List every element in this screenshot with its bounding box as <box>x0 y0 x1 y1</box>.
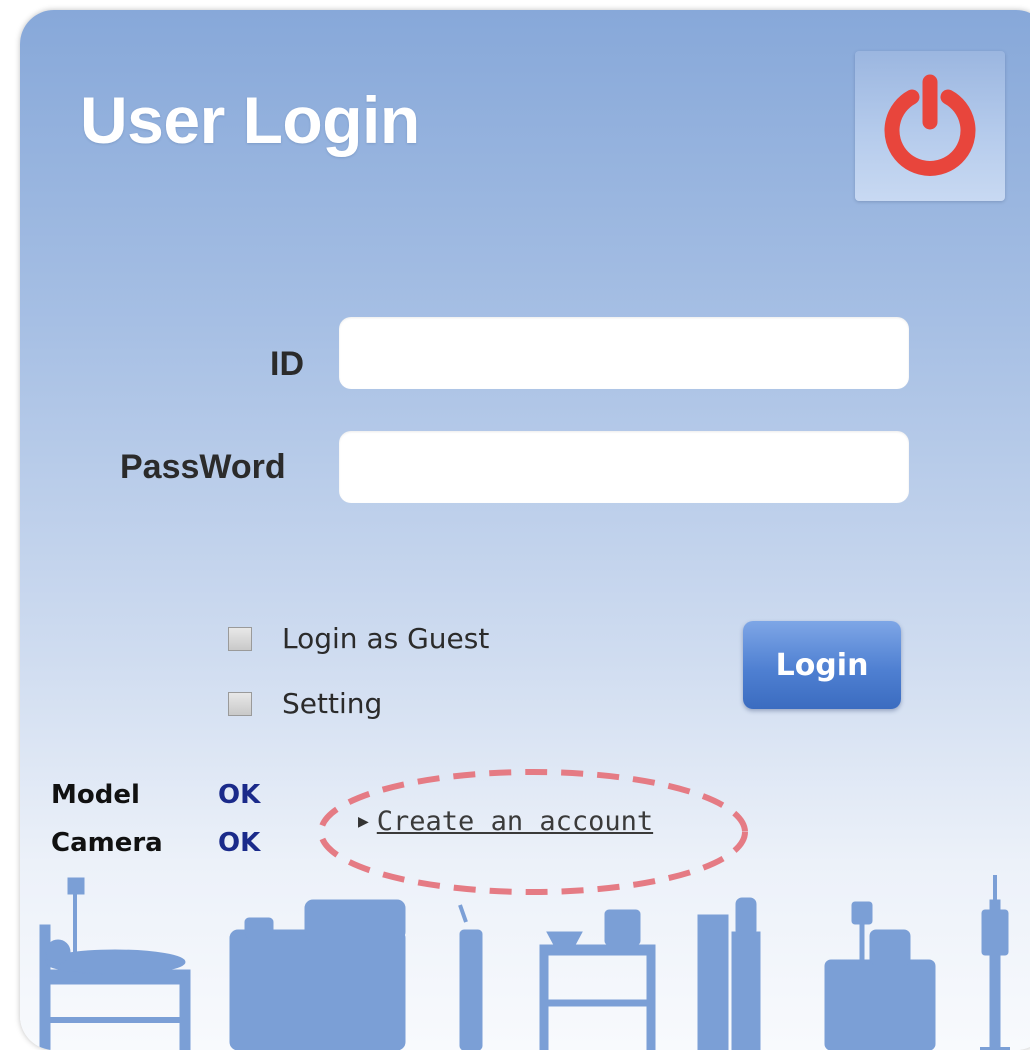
setting-option[interactable]: Setting <box>228 687 382 720</box>
guest-checkbox[interactable] <box>228 626 252 651</box>
camera-status-value: OK <box>218 828 261 858</box>
guest-label: Login as Guest <box>282 622 490 655</box>
create-account-label: Create an account <box>376 806 654 837</box>
power-icon <box>884 74 976 176</box>
id-label: ID <box>270 345 304 383</box>
model-status-label: Model <box>51 780 140 810</box>
setting-checkbox[interactable] <box>228 691 252 716</box>
create-account-link[interactable]: ▶ Create an account <box>358 806 653 837</box>
camera-status-label: Camera <box>51 828 163 858</box>
page-title: User Login <box>80 83 420 157</box>
login-button[interactable]: Login <box>743 621 901 709</box>
equipment-silhouettes <box>39 875 1010 1050</box>
triangle-right-icon: ▶ <box>358 813 369 829</box>
guest-option[interactable]: Login as Guest <box>228 622 489 655</box>
id-input[interactable] <box>339 317 909 389</box>
password-label: PassWord <box>120 448 286 486</box>
login-panel: User Login ID PassWord Login as Guest Se… <box>20 10 1030 1050</box>
model-status-value: OK <box>218 780 261 810</box>
password-input[interactable] <box>339 431 909 503</box>
setting-label: Setting <box>282 687 383 720</box>
power-button[interactable] <box>855 51 1005 201</box>
